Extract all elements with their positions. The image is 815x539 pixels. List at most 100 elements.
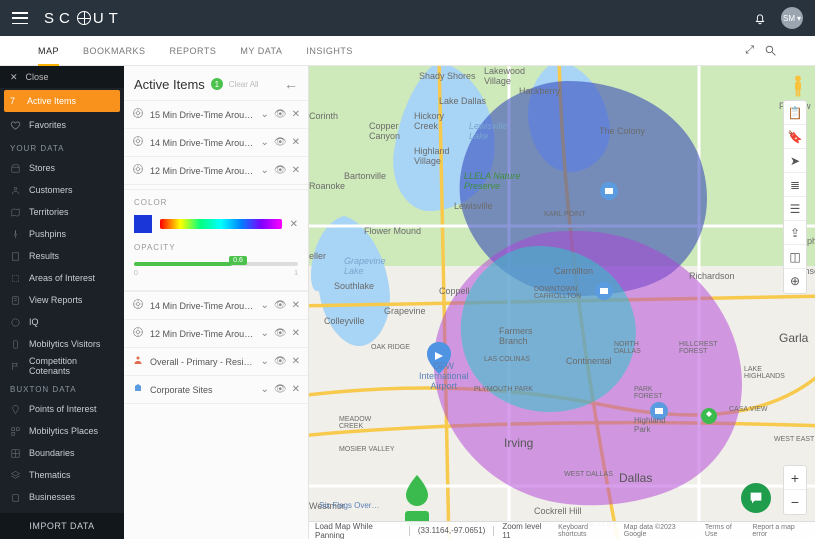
- chevron-down-icon[interactable]: ⌄: [261, 384, 269, 395]
- footer-report[interactable]: Report a map error: [752, 524, 809, 538]
- tab-reports[interactable]: REPORTS: [170, 36, 217, 65]
- label-llela: LLELA Nature Preserve: [464, 171, 520, 191]
- eye-icon[interactable]: 👁: [274, 109, 287, 120]
- label-lewisvillelake: Lewisville Lake: [469, 121, 508, 141]
- color-swatch[interactable]: [134, 215, 152, 233]
- person-icon: [10, 185, 21, 196]
- tool-cursor[interactable]: ➤: [784, 149, 806, 173]
- label-karl: KARL POINT: [544, 211, 585, 218]
- item-row[interactable]: 12 Min Drive-Time Around …⌄👁✕: [124, 319, 308, 347]
- close-icon[interactable]: ✕: [292, 109, 300, 120]
- import-data-button[interactable]: IMPORT DATA: [0, 513, 124, 539]
- zoom-in-button[interactable]: +: [784, 466, 806, 490]
- nav-territories[interactable]: Territories: [0, 201, 124, 223]
- zoom-out-button[interactable]: −: [784, 490, 806, 514]
- tool-globe[interactable]: ⊕: [784, 269, 806, 293]
- chevron-down-icon[interactable]: ⌄: [261, 328, 269, 339]
- active-count: 7: [10, 96, 15, 106]
- item-row[interactable]: 15 Min Drive-Time Around …⌄👁✕: [124, 100, 308, 128]
- layers-icon: [10, 470, 21, 481]
- chevron-down-icon[interactable]: ⌄: [261, 165, 269, 176]
- territory-icon: [10, 207, 21, 218]
- label-northdallas: NORTH DALLAS: [614, 341, 641, 355]
- label-downtowncar: DOWNTOWN CARROLLTON: [534, 286, 581, 300]
- chat-fab[interactable]: [741, 483, 771, 513]
- nav-pushpins[interactable]: Pushpins: [0, 223, 124, 245]
- nav-mobilytics[interactable]: Mobilytics Visitors: [0, 333, 124, 355]
- close-icon[interactable]: ✕: [292, 300, 300, 311]
- label-hillcrest: HILLCREST FOREST: [679, 341, 718, 355]
- nav-active-items[interactable]: 7 Active Items: [4, 90, 120, 112]
- nav-viewreports[interactable]: View Reports: [0, 289, 124, 311]
- close-icon[interactable]: ✕: [292, 356, 300, 367]
- expand-icon[interactable]: ⤢: [745, 44, 754, 57]
- nav-stores[interactable]: Stores: [0, 157, 124, 179]
- nav-thematics[interactable]: Thematics: [0, 464, 124, 486]
- nav-aoi[interactable]: Areas of Interest: [0, 267, 124, 289]
- close-panel[interactable]: ✕ Close: [0, 66, 124, 88]
- favorites-label: Favorites: [29, 120, 66, 130]
- nav-competition[interactable]: Competition Cotenants: [0, 355, 124, 377]
- tool-stack[interactable]: ☰: [784, 197, 806, 221]
- section-buxton-data: BUXTON DATA: [0, 377, 124, 398]
- nav-places[interactable]: Mobilytics Places: [0, 420, 124, 442]
- nav-favorites[interactable]: Favorites: [0, 114, 124, 136]
- nav-poi[interactable]: Points of Interest: [0, 398, 124, 420]
- search-icon[interactable]: [764, 44, 777, 57]
- back-arrow-icon[interactable]: ←: [284, 76, 298, 92]
- logo: SCUT: [44, 10, 123, 27]
- item-row[interactable]: 14 Min Drive-Time Around …⌄👁✕: [124, 291, 308, 319]
- tool-split[interactable]: ◫: [784, 245, 806, 269]
- item-row[interactable]: Corporate Sites⌄👁✕: [124, 375, 308, 404]
- nav-businesses[interactable]: Businesses: [0, 486, 124, 508]
- tab-insights[interactable]: INSIGHTS: [306, 36, 353, 65]
- close-icon: ✕: [10, 72, 18, 83]
- label-colleyville: Colleyville: [324, 316, 365, 326]
- color-close-icon[interactable]: ✕: [290, 219, 298, 230]
- tool-clipboard[interactable]: 📋: [784, 101, 806, 125]
- pin-icon: [10, 404, 21, 415]
- eye-icon[interactable]: 👁: [274, 328, 287, 339]
- notifications-icon[interactable]: [753, 10, 767, 26]
- tool-export[interactable]: ⇪: [784, 221, 806, 245]
- item-label: 12 Min Drive-Time Around …: [150, 166, 255, 176]
- opacity-slider[interactable]: 0.6: [134, 262, 298, 266]
- item-row[interactable]: Overall - Primary - Resident…⌄👁✕: [124, 347, 308, 375]
- close-icon[interactable]: ✕: [292, 384, 300, 395]
- eye-icon[interactable]: 👁: [274, 300, 287, 311]
- label-meadow: MEADOW CREEK: [339, 416, 371, 430]
- eye-icon[interactable]: 👁: [274, 165, 287, 176]
- close-icon[interactable]: ✕: [292, 328, 300, 339]
- pegman-icon[interactable]: [789, 74, 807, 98]
- chevron-down-icon[interactable]: ⌄: [261, 109, 269, 120]
- footer-shortcuts[interactable]: Keyboard shortcuts: [558, 524, 616, 538]
- clear-all-button[interactable]: Clear All: [229, 80, 259, 89]
- tool-layers[interactable]: ≣: [784, 173, 806, 197]
- tab-bookmarks[interactable]: BOOKMARKS: [83, 36, 146, 65]
- nav-customers[interactable]: Customers: [0, 179, 124, 201]
- chevron-down-icon[interactable]: ⌄: [261, 137, 269, 148]
- nav-results[interactable]: Results: [0, 245, 124, 267]
- opacity-value[interactable]: 0.6: [229, 256, 247, 265]
- eye-icon[interactable]: 👁: [274, 384, 287, 395]
- close-icon[interactable]: ✕: [292, 165, 300, 176]
- tab-mydata[interactable]: MY DATA: [240, 36, 282, 65]
- close-icon[interactable]: ✕: [292, 137, 300, 148]
- item-row[interactable]: 12 Min Drive-Time Around … ⌄ 👁 ✕: [124, 156, 308, 185]
- hamburger-menu[interactable]: [12, 12, 28, 24]
- label-grapevine: Grapevine: [384, 306, 426, 316]
- nav-boundaries[interactable]: Boundaries: [0, 442, 124, 464]
- eye-icon[interactable]: 👁: [274, 137, 287, 148]
- status-load[interactable]: Load Map While Panning: [315, 522, 401, 539]
- nav-iq[interactable]: IQ: [0, 311, 124, 333]
- tool-bookmark[interactable]: 🔖: [784, 125, 806, 149]
- tab-map[interactable]: MAP: [38, 36, 59, 66]
- chevron-down-icon[interactable]: ⌄: [261, 300, 269, 311]
- color-spectrum[interactable]: [160, 219, 282, 229]
- chevron-down-icon[interactable]: ⌄: [261, 356, 269, 367]
- item-row[interactable]: 14 Min Drive-Time Around …⌄👁✕: [124, 128, 308, 156]
- map[interactable]: Dallas Irving Garla lano Lewisville Flow…: [309, 66, 815, 539]
- footer-terms[interactable]: Terms of Use: [705, 524, 744, 538]
- user-avatar[interactable]: SM▾: [781, 7, 803, 29]
- eye-icon[interactable]: 👁: [274, 356, 287, 367]
